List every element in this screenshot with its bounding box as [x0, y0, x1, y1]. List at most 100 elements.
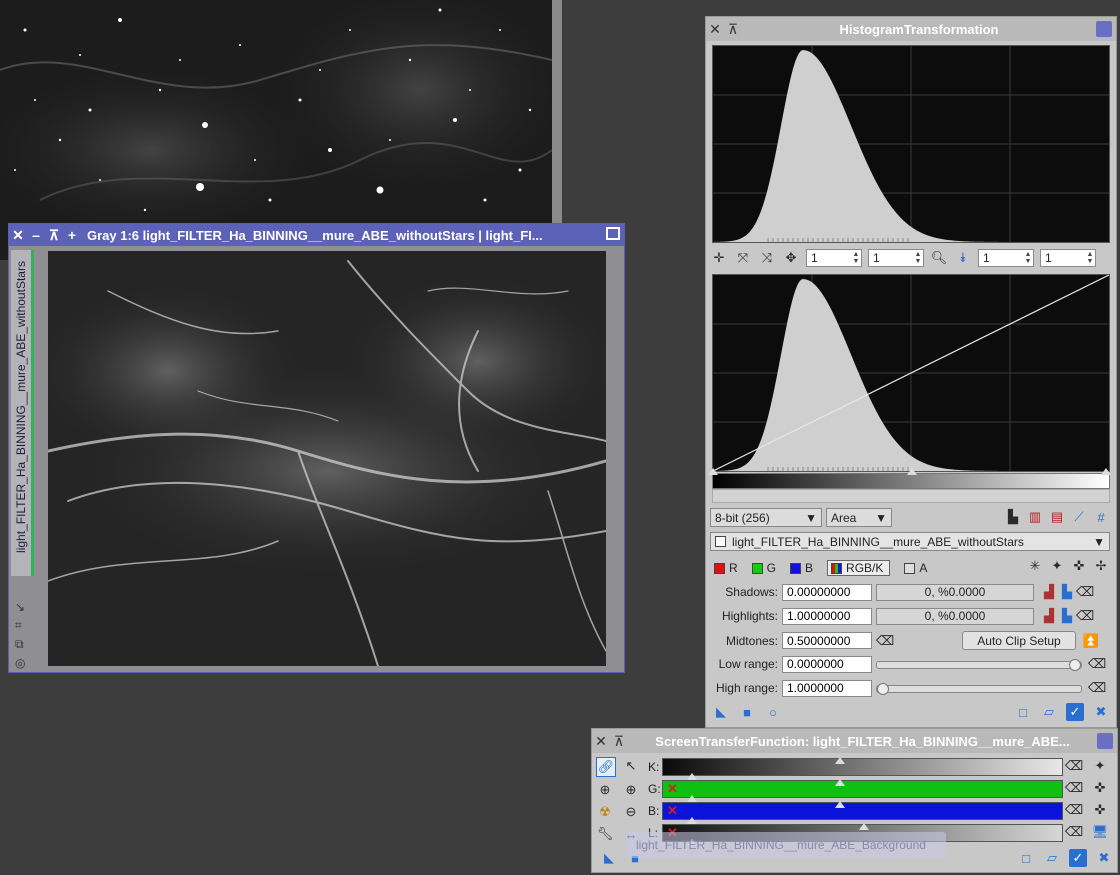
show-input-histogram-icon[interactable]: ▥ [1026, 508, 1044, 526]
highlights-marker[interactable] [1101, 468, 1111, 475]
low-range-input[interactable] [782, 655, 872, 673]
reset-midtones-icon[interactable]: ⌫ [876, 632, 894, 650]
g-tool-icon[interactable]: ✜ [1091, 779, 1109, 797]
crosshair-icon[interactable]: ✛ [710, 249, 728, 267]
stf-marker[interactable] [687, 817, 697, 824]
target-icon[interactable]: ◎ [15, 656, 31, 670]
expand-icon[interactable]: ⏫ [1082, 632, 1100, 650]
auto-zero-shadows-icon[interactable]: ✳ [1026, 557, 1044, 575]
zoom-minus-icon[interactable]: ⊖ [622, 803, 640, 821]
pan-icon[interactable]: ✥ [782, 249, 800, 267]
stf-bar-k[interactable] [662, 757, 1063, 780]
reset-g-icon[interactable]: ⌫ [1065, 779, 1083, 797]
stf-bar-b[interactable]: ✕ [662, 801, 1063, 824]
background-image-canvas[interactable] [0, 0, 562, 260]
shadows-input[interactable] [782, 583, 872, 601]
background-image-window[interactable] [0, 0, 562, 260]
auto-zero-highlights-icon[interactable]: ✦ [1048, 557, 1066, 575]
histogram-transformation-window[interactable]: ✕ ⊼ HistogramTransformation ✛ ⤧ ⤨ ✥ 1 ▲ ▼ … [705, 16, 1117, 728]
fit-icon[interactable]: ⌗ [15, 618, 31, 633]
monitor-icon[interactable]: 🖥︎ [1091, 823, 1109, 841]
channel-r[interactable]: R [714, 561, 738, 575]
rejected-pixels-icon[interactable]: ▙ [1004, 508, 1022, 526]
output-histogram-plot[interactable] [712, 274, 1110, 472]
apply-icon[interactable]: ✓ [1069, 849, 1087, 867]
show-grid-icon[interactable]: # [1092, 508, 1110, 526]
process-icon[interactable] [1096, 21, 1112, 37]
shade-icon[interactable]: ⊼ [45, 226, 63, 244]
stf-titlebar[interactable]: ✕ ⊼ ScreenTransferFunction: light_FILTER… [592, 729, 1117, 753]
zoom-icon[interactable]: 🔍︎ [930, 249, 948, 267]
maximize-icon[interactable] [606, 227, 620, 240]
clone-icon[interactable]: ⧉ [15, 637, 31, 652]
vertical-zoom-input-2[interactable]: 1 ▲ ▼ [1040, 249, 1096, 267]
zoom-in-icon[interactable]: ⊕ [596, 781, 614, 799]
channel-a[interactable]: A [904, 561, 927, 575]
browse-documentation-icon[interactable]: □ [1017, 849, 1035, 867]
image-side-tab[interactable]: light_FILTER_Ha_BINNING__mure_ABE_withou… [11, 250, 34, 576]
reset-b-icon[interactable]: ⌫ [1065, 801, 1083, 819]
wrench-icon[interactable]: 🔧︎ [596, 825, 614, 843]
b-tool-icon[interactable]: ✜ [1091, 801, 1109, 819]
process-icon[interactable] [1097, 733, 1113, 749]
vertical-zoom-input-1[interactable]: 1 ▲ ▼ [868, 249, 924, 267]
image-canvas[interactable] [48, 251, 606, 666]
real-time-preview-icon[interactable]: ○ [764, 703, 782, 721]
reset-l-icon[interactable]: ⌫ [1065, 823, 1083, 841]
shade-icon[interactable]: ⊼ [610, 732, 628, 750]
high-range-input[interactable] [782, 679, 872, 697]
histogram-scrollbar[interactable] [712, 489, 1110, 503]
high-range-knob[interactable] [877, 682, 889, 695]
auto-shadows-icon[interactable]: ▟ [1040, 583, 1058, 601]
high-range-slider[interactable] [876, 682, 1082, 695]
auto-highlights-icon[interactable]: ▟ [1040, 607, 1058, 625]
shadows-marker[interactable] [708, 468, 718, 475]
stf-marker[interactable] [835, 801, 845, 808]
show-output-histogram-icon[interactable]: ▤ [1048, 508, 1066, 526]
zoom-reset-icon[interactable]: ⤨ [758, 249, 776, 267]
reset-all-icon[interactable]: ✢ [1092, 557, 1110, 575]
auto-shadows-all-icon[interactable]: ▙ [1058, 583, 1076, 601]
new-instance-icon[interactable]: ◣ [600, 849, 618, 867]
image-window[interactable]: ✕ – ⊼ + Gray 1:6 light_FILTER_Ha_BINNING… [8, 223, 625, 673]
reset-highlights-icon[interactable]: ⌫ [1076, 607, 1094, 625]
close-icon[interactable]: ✕ [592, 732, 610, 750]
low-range-slider[interactable] [876, 658, 1082, 671]
pin-icon[interactable]: + [63, 226, 81, 244]
horizontal-zoom-input-2[interactable]: 1 ▲ ▼ [978, 249, 1034, 267]
close-icon[interactable]: ✕ [667, 782, 678, 796]
midtones-gradient-slider[interactable] [708, 468, 1111, 489]
link-channels-icon[interactable]: 🔗︎ [596, 757, 616, 777]
reset-channel-icon[interactable]: ✜ [1070, 557, 1088, 575]
stf-marker[interactable] [687, 795, 697, 802]
histogram-titlebar[interactable]: ✕ ⊼ HistogramTransformation [706, 17, 1116, 41]
image-window-titlebar[interactable]: ✕ – ⊼ + Gray 1:6 light_FILTER_Ha_BINNING… [9, 224, 624, 246]
apply-global-icon[interactable]: ■ [738, 703, 756, 721]
reset-icon[interactable]: ✖ [1095, 849, 1113, 867]
auto-stretch-icon[interactable]: ☢ [596, 803, 614, 821]
channel-rgbk[interactable]: RGB/K [827, 560, 891, 576]
midtones-input[interactable] [782, 632, 872, 649]
zoom-fit-icon[interactable]: ⤧ [734, 249, 752, 267]
browse-documentation-icon[interactable]: □ [1014, 703, 1032, 721]
stf-marker[interactable] [835, 779, 845, 786]
arrow-icon[interactable]: ↘ [15, 600, 31, 614]
close-icon[interactable]: ✕ [667, 804, 678, 818]
stf-marker[interactable] [835, 757, 845, 764]
reset-icon[interactable]: ✖ [1092, 703, 1110, 721]
highlights-input[interactable] [782, 607, 872, 625]
edit-instance-icon[interactable]: ▱ [1043, 849, 1061, 867]
shade-icon[interactable]: ⊼ [724, 20, 742, 38]
minimize-icon[interactable]: – [27, 226, 45, 244]
apply-icon[interactable]: ✓ [1066, 703, 1084, 721]
pointer-icon[interactable]: ↖ [622, 757, 640, 775]
k-tool-icon[interactable]: ✦ [1091, 757, 1109, 775]
channel-g[interactable]: G [751, 561, 776, 575]
stf-marker[interactable] [687, 773, 697, 780]
reset-low-range-icon[interactable]: ⌫ [1088, 655, 1106, 673]
view-target-select[interactable]: light_FILTER_Ha_BINNING__mure_ABE_withou… [710, 532, 1110, 551]
sync-down-icon[interactable]: ⯯ [954, 249, 972, 267]
close-icon[interactable]: ✕ [706, 20, 724, 38]
reset-shadows-icon[interactable]: ⌫ [1076, 583, 1094, 601]
horizontal-zoom-input-1[interactable]: 1 ▲ ▼ [806, 249, 862, 267]
